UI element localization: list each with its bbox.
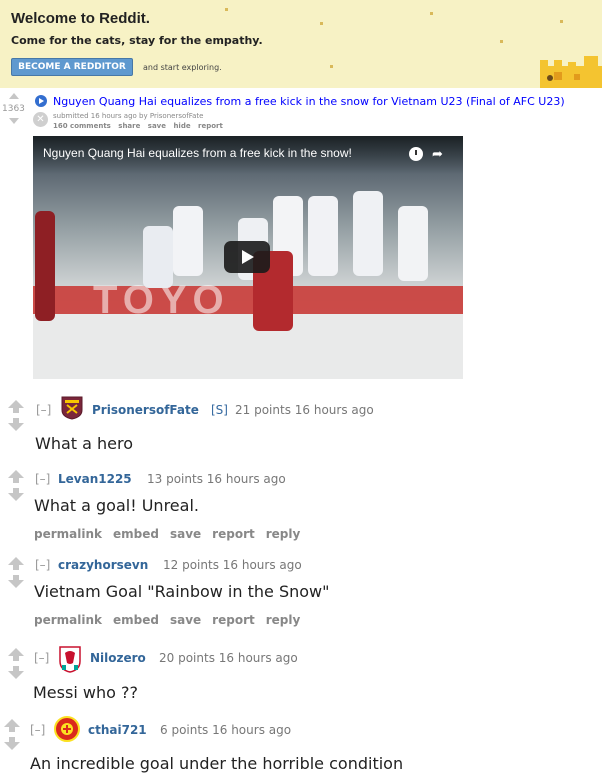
comment-actions: permalink embed save report reply	[34, 527, 311, 541]
upvote-icon[interactable]	[4, 719, 20, 727]
banner-title: Welcome to Reddit.	[11, 10, 150, 27]
reply-link[interactable]: reply	[266, 527, 301, 541]
upvote-icon[interactable]	[8, 470, 24, 478]
embed-link[interactable]: embed	[113, 527, 159, 541]
video-title[interactable]: Nguyen Quang Hai equalizes from a free k…	[43, 146, 352, 160]
save-link[interactable]: save	[170, 527, 201, 541]
player-figure	[308, 196, 338, 276]
save-link[interactable]: save	[170, 613, 201, 627]
report-link[interactable]: report	[198, 122, 223, 130]
video-player[interactable]: TOYO Nguyen Quang Hai equalizes from a f…	[33, 136, 463, 379]
post-downvote-icon[interactable]	[9, 118, 19, 124]
player-figure	[173, 206, 203, 276]
comment-author[interactable]: Levan1225	[58, 472, 132, 486]
comment-author[interactable]: Nilozero	[90, 651, 146, 665]
post-submitted-info: submitted 16 hours ago by PrisonersofFat…	[53, 112, 204, 120]
comment-body: What a hero	[35, 434, 134, 453]
share-arrow-icon[interactable]: ➦	[432, 147, 443, 162]
post-entry: 1363 Nguyen Quang Hai equalizes from a f…	[0, 90, 602, 136]
downvote-icon[interactable]	[8, 580, 24, 588]
collapse-toggle[interactable]: [–]	[36, 403, 51, 417]
upvote-icon[interactable]	[8, 648, 24, 656]
player-figure	[35, 211, 55, 321]
snowy-pitch	[33, 314, 463, 379]
comment-author[interactable]: crazyhorsevn	[58, 558, 148, 572]
liverpool-crest-icon	[59, 646, 81, 673]
sparkle-decoration	[320, 22, 323, 25]
comment-tagline: 13 points 16 hours ago	[147, 472, 286, 486]
comment-actions: permalink embed save report reply	[34, 613, 311, 627]
author-flair: [S]	[211, 403, 228, 417]
west-ham-crest-icon	[61, 396, 83, 420]
player-figure	[398, 206, 428, 281]
comment-tagline: 12 points 16 hours ago	[163, 558, 302, 572]
comment-author[interactable]: PrisonersofFate	[92, 403, 199, 417]
permalink-link[interactable]: permalink	[34, 613, 102, 627]
downvote-icon[interactable]	[4, 742, 20, 750]
share-link[interactable]: share	[118, 122, 140, 130]
collapse-toggle[interactable]: [–]	[35, 472, 50, 486]
report-link[interactable]: report	[212, 527, 255, 541]
sparkle-decoration	[330, 65, 333, 68]
player-figure	[143, 226, 173, 288]
comment-tagline: 20 points 16 hours ago	[159, 651, 298, 665]
downvote-icon[interactable]	[8, 423, 24, 431]
close-expando-icon[interactable]: ✕	[33, 112, 48, 127]
castle-illustration-icon	[540, 56, 602, 88]
sparkle-decoration	[430, 12, 433, 15]
reply-link[interactable]: reply	[266, 613, 301, 627]
player-figure	[353, 191, 383, 276]
collapse-toggle[interactable]: [–]	[34, 651, 49, 665]
welcome-banner: Welcome to Reddit. Come for the cats, st…	[0, 0, 602, 88]
comment-tagline: 21 points 16 hours ago	[235, 403, 374, 417]
post-score: 1363	[2, 104, 25, 114]
downvote-icon[interactable]	[8, 671, 24, 679]
video-play-icon[interactable]	[35, 95, 47, 107]
become-redditor-button[interactable]: BECOME A REDDITOR	[11, 58, 133, 76]
play-button[interactable]	[224, 241, 270, 273]
post-title-link[interactable]: Nguyen Quang Hai equalizes from a free k…	[53, 95, 565, 108]
permalink-link[interactable]: permalink	[34, 527, 102, 541]
comment-tagline: 6 points 16 hours ago	[160, 723, 292, 737]
post-upvote-icon[interactable]	[9, 93, 19, 99]
banner-subtitle: Come for the cats, stay for the empathy.	[11, 34, 263, 47]
man-united-crest-icon	[54, 716, 80, 742]
collapse-toggle[interactable]: [–]	[35, 558, 50, 572]
comment-body: An incredible goal under the horrible co…	[30, 754, 404, 773]
sparkle-decoration	[500, 40, 503, 43]
collapse-toggle[interactable]: [–]	[30, 723, 45, 737]
embed-link[interactable]: embed	[113, 613, 159, 627]
explore-text: and start exploring.	[143, 63, 222, 72]
upvote-icon[interactable]	[8, 400, 24, 408]
hide-link[interactable]: hide	[173, 122, 190, 130]
comments-link[interactable]: 160 comments	[53, 122, 111, 130]
comment-body: What a goal! Unreal.	[34, 496, 199, 515]
comment-body: Vietnam Goal "Rainbow in the Snow"	[34, 582, 330, 601]
post-actions: 160 comments share save hide report	[53, 122, 228, 130]
comment-body: Messi who ??	[33, 683, 138, 702]
save-link[interactable]: save	[148, 122, 166, 130]
comment-author[interactable]: cthai721	[88, 723, 147, 737]
sparkle-decoration	[225, 8, 228, 11]
watch-later-icon[interactable]	[409, 147, 423, 161]
sparkle-decoration	[560, 20, 563, 23]
downvote-icon[interactable]	[8, 493, 24, 501]
report-link[interactable]: report	[212, 613, 255, 627]
upvote-icon[interactable]	[8, 557, 24, 565]
